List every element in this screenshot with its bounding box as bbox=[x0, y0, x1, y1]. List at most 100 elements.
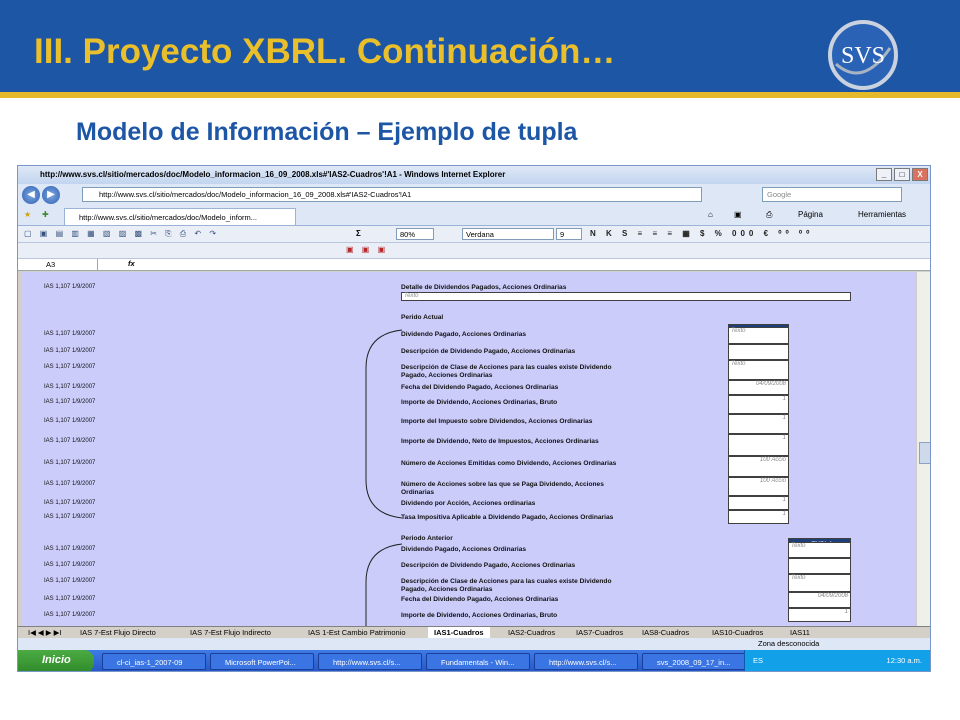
periodo-anterior-label: Periodo Anterior bbox=[401, 535, 453, 542]
standard-toolbar-icons[interactable]: ▢ ▣ ▤ ▥ ▦ ▧ ▨ ▩ ✂ ⎘ ⎙ ↶ ↷ bbox=[24, 229, 219, 239]
font-select[interactable]: Verdana bbox=[462, 228, 554, 240]
row-label-continued: Pagado, Acciones Ordinarias bbox=[401, 372, 493, 379]
slide: III. Proyecto XBRL. Continuación… SVS Mo… bbox=[0, 0, 960, 720]
start-button[interactable]: Inicio bbox=[18, 650, 94, 671]
name-box[interactable]: A3 bbox=[18, 259, 98, 271]
taskbar-task[interactable]: http://www.svs.cl/s... bbox=[318, 653, 422, 670]
taskbar-task[interactable]: Fundamentals - Win... bbox=[426, 653, 530, 670]
autosum-icon[interactable]: Σ bbox=[356, 229, 361, 238]
row-label: Fecha del Dividendo Pagado, Acciones Ord… bbox=[401, 384, 559, 391]
row-label: Importe del Impuesto sobre Dividendos, A… bbox=[401, 418, 593, 425]
row-ref: IAS 1,107 1/9/2007 bbox=[44, 418, 96, 424]
slide-title: III. Proyecto XBRL. Continuación… bbox=[34, 32, 616, 71]
row-input[interactable]: Texto bbox=[728, 360, 789, 380]
back-icon[interactable]: ◀ bbox=[22, 186, 40, 204]
slide-subtitle: Modelo de Información – Ejemplo de tupla bbox=[76, 118, 578, 146]
row-input[interactable]: 100 Accio bbox=[728, 477, 789, 496]
row-input[interactable]: Texto bbox=[788, 574, 851, 592]
detalle-input[interactable]: Texto bbox=[401, 292, 851, 301]
row-ref: IAS 1,107 1/9/2007 bbox=[44, 514, 96, 520]
svs-logo: SVS bbox=[828, 20, 898, 90]
print-icon[interactable]: ⎙ bbox=[766, 210, 772, 220]
scroll-thumb[interactable] bbox=[919, 442, 930, 464]
row-ref: IAS 1,107 1/9/2007 bbox=[44, 481, 96, 487]
vertical-scrollbar[interactable] bbox=[916, 272, 930, 626]
excel-toolbar: ▢ ▣ ▤ ▥ ▦ ▧ ▨ ▩ ✂ ⎘ ⎙ ↶ ↷ Σ 80% Verdana … bbox=[18, 226, 930, 243]
language-indicator[interactable]: ES bbox=[753, 656, 763, 665]
row-label: Dividendo Pagado, Acciones Ordinarias bbox=[401, 546, 527, 553]
row-label: Fecha del Dividendo Pagado, Acciones Ord… bbox=[401, 596, 559, 603]
row-input[interactable]: 1 bbox=[728, 496, 789, 510]
system-tray: ES 12:30 a.m. bbox=[744, 650, 930, 671]
pdf-icons[interactable]: ▣ ▣ ▣ bbox=[346, 245, 388, 254]
fx-icon[interactable]: fx bbox=[128, 259, 135, 268]
windows-taskbar: Inicio cl-ci_ias-1_2007-09 Microsoft Powe… bbox=[18, 650, 930, 671]
row-input[interactable]: 100 Accio bbox=[728, 456, 789, 477]
row-input[interactable]: 1 bbox=[788, 608, 851, 622]
row-input[interactable]: Texto bbox=[728, 327, 789, 344]
row-ref: IAS 1,107 1/9/2007 bbox=[44, 438, 96, 444]
taskbar-task[interactable]: cl-ci_ias-1_2007-09 bbox=[102, 653, 206, 670]
tab-row: ★ ✚ http://www.svs.cl/sitio/mercados/doc… bbox=[18, 206, 930, 226]
row-label-continued: Pagado, Acciones Ordinarias bbox=[401, 586, 493, 593]
row-input[interactable] bbox=[728, 344, 789, 360]
row-input[interactable]: Texto bbox=[788, 542, 851, 558]
zone-status: Zona desconocida bbox=[758, 639, 820, 648]
taskbar-task[interactable]: Microsoft PowerPoi... bbox=[210, 653, 314, 670]
row-input[interactable]: 1 bbox=[728, 510, 789, 524]
address-row: ◀ ▶ http://www.svs.cl/sitio/mercados/doc… bbox=[18, 184, 930, 206]
row-ref: IAS 1,107 1/9/2007 bbox=[44, 460, 96, 466]
detalle-ref: IAS 1,107 1/9/2007 bbox=[44, 284, 96, 290]
bracket-anterior-icon bbox=[365, 543, 403, 626]
row-input[interactable]: 1 bbox=[728, 434, 789, 456]
tab-excel[interactable]: http://www.svs.cl/sitio/mercados/doc/Mod… bbox=[64, 208, 296, 225]
row-ref: IAS 1,107 1/9/2007 bbox=[44, 546, 96, 552]
home-icon[interactable]: ⌂ bbox=[708, 210, 713, 219]
row-ref: IAS 1,107 1/9/2007 bbox=[44, 596, 96, 602]
row-label: Descripción de Dividendo Pagado, Accione… bbox=[401, 562, 576, 569]
sheet-tabs: I◀ ◀ ▶ ▶I IAS 7-Est Flujo Directo IAS 7-E… bbox=[18, 626, 930, 639]
bracket-actual-icon bbox=[365, 329, 403, 519]
search-input[interactable]: Google bbox=[762, 187, 902, 202]
zoom-select[interactable]: 80% bbox=[396, 228, 434, 240]
page-menu[interactable]: Página bbox=[798, 210, 823, 219]
formula-bar: A3 fx bbox=[18, 259, 930, 271]
minimize-button[interactable]: _ bbox=[876, 168, 892, 181]
row-label: Descripción de Dividendo Pagado, Accione… bbox=[401, 348, 576, 355]
row-ref: IAS 1,107 1/9/2007 bbox=[44, 500, 96, 506]
feeds-icon[interactable]: ▣ bbox=[734, 210, 742, 219]
row-ref: IAS 1,107 1/9/2007 bbox=[44, 364, 96, 370]
format-toolbar-icons[interactable]: N K S ≡ ≡ ≡ ▦ $ % 000 € ⁰⁰ ⁰⁰ bbox=[590, 229, 813, 238]
row-ref: IAS 1,107 1/9/2007 bbox=[44, 384, 96, 390]
forward-icon[interactable]: ▶ bbox=[42, 186, 60, 204]
row-input[interactable]: 04/09/2008 bbox=[788, 592, 851, 608]
font-size-select[interactable]: 9 bbox=[556, 228, 582, 240]
row-input[interactable]: 1 bbox=[728, 395, 789, 414]
ie-excel-screenshot: http://www.svs.cl/sitio/mercados/doc/Mod… bbox=[17, 165, 931, 672]
window-title: http://www.svs.cl/sitio/mercados/doc/Mod… bbox=[40, 170, 506, 179]
window-controls: _ □ X bbox=[876, 168, 928, 181]
maximize-button[interactable]: □ bbox=[894, 168, 910, 181]
tools-menu[interactable]: Herramientas bbox=[858, 210, 906, 219]
row-label: Descripción de Clase de Acciones para la… bbox=[401, 578, 612, 585]
add-favorite-icon[interactable]: ✚ bbox=[42, 210, 49, 219]
close-button[interactable]: X bbox=[912, 168, 928, 181]
taskbar-task[interactable]: http://www.svs.cl/s... bbox=[534, 653, 638, 670]
row-ref: IAS 1,107 1/9/2007 bbox=[44, 562, 96, 568]
taskbar-task[interactable]: svs_2008_09_17_in... bbox=[642, 653, 746, 670]
row-input[interactable]: 1 bbox=[728, 414, 789, 434]
row-ref: IAS 1,107 1/9/2007 bbox=[44, 331, 96, 337]
row-label: Número de Acciones Emitidas como Dividen… bbox=[401, 460, 617, 467]
favorites-star-icon[interactable]: ★ bbox=[24, 210, 31, 219]
row-label: Descripción de Clase de Acciones para la… bbox=[401, 364, 612, 371]
row-ref: IAS 1,107 1/9/2007 bbox=[44, 578, 96, 584]
row-input[interactable] bbox=[788, 558, 851, 574]
row-ref: IAS 1,107 1/9/2007 bbox=[44, 399, 96, 405]
row-input[interactable]: 04/09/2008 bbox=[728, 380, 789, 395]
pdf-toolbar: ▣ ▣ ▣ bbox=[18, 243, 930, 259]
row-label: Importe de Dividendo, Acciones Ordinaria… bbox=[401, 399, 558, 406]
row-label: Importe de Dividendo, Acciones Ordinaria… bbox=[401, 612, 558, 619]
address-bar[interactable]: http://www.svs.cl/sitio/mercados/doc/Mod… bbox=[82, 187, 702, 202]
svg-text:SVS: SVS bbox=[841, 43, 885, 69]
row-label: Dividendo por Acción, Acciones ordinaria… bbox=[401, 500, 536, 507]
